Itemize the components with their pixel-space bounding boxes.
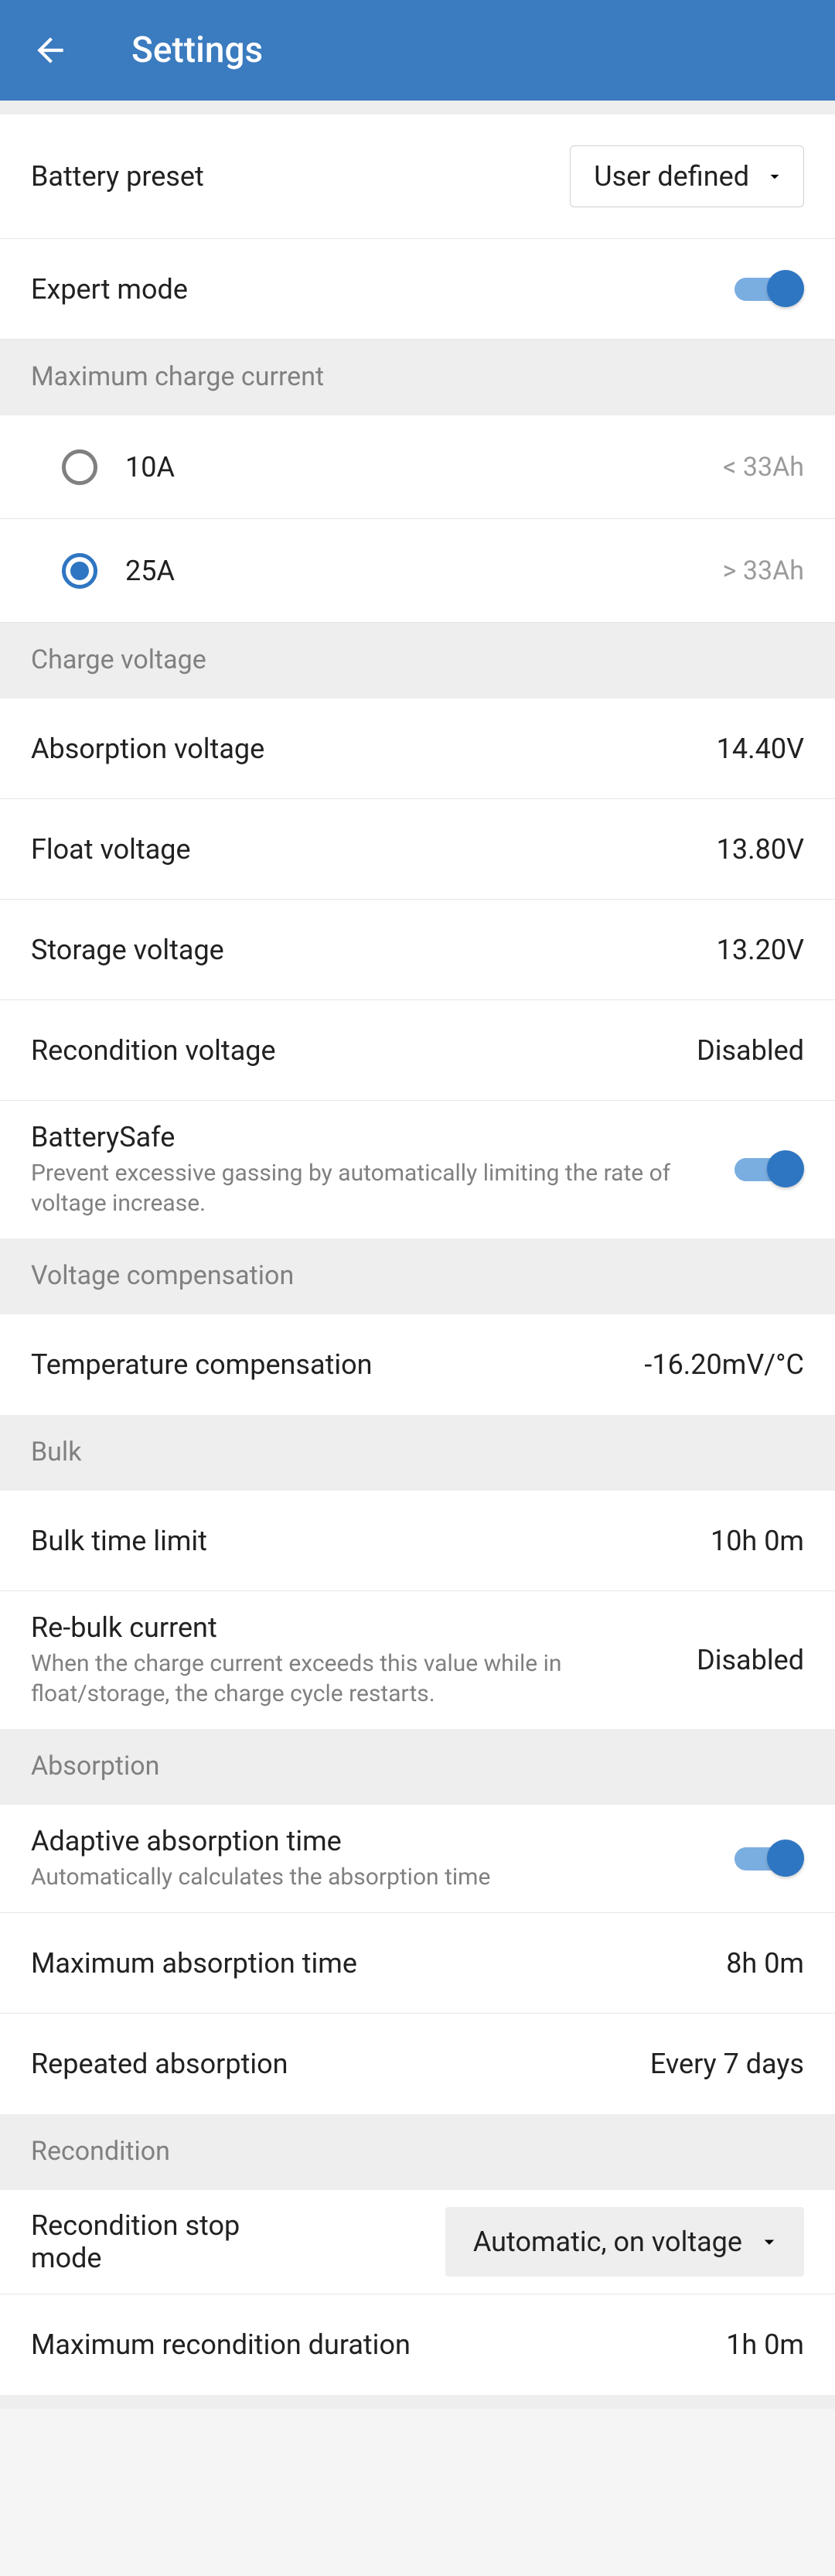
section-absorption: Absorption [0, 1729, 835, 1805]
repeated-absorption-row[interactable]: Repeated absorption Every 7 days [0, 2014, 835, 2114]
row-label: Bulk time limit [31, 1525, 695, 1557]
radio-icon [62, 449, 97, 485]
row-value: Disabled [697, 1644, 804, 1676]
recondition-stop-mode-row[interactable]: Recondition stop mode Automatic, on volt… [0, 2190, 835, 2294]
row-value: 10h 0m [711, 1525, 804, 1557]
row-sublabel: Prevent excessive gassing by automatical… [31, 1158, 719, 1218]
row-label: Re-bulk current [31, 1611, 681, 1644]
page-title: Settings [131, 29, 263, 71]
row-label: Float voltage [31, 833, 701, 866]
select-value: Automatic, on voltage [473, 2226, 742, 2258]
row-label: BatterySafe [31, 1121, 719, 1153]
adaptive-absorption-row[interactable]: Adaptive absorption time Automatically c… [0, 1805, 835, 1913]
row-value: -16.20mV/°C [644, 1348, 804, 1381]
float-voltage-row[interactable]: Float voltage 13.80V [0, 799, 835, 900]
battery-preset-label: Battery preset [31, 160, 554, 193]
storage-voltage-row[interactable]: Storage voltage 13.20V [0, 900, 835, 1000]
row-value: Every 7 days [650, 2048, 804, 2080]
row-value: 14.40V [717, 733, 804, 765]
row-label: Recondition voltage [31, 1034, 681, 1067]
radio-hint: > 33Ah [723, 555, 804, 586]
recondition-voltage-row[interactable]: Recondition voltage Disabled [0, 1000, 835, 1101]
app-header: Settings [0, 0, 835, 101]
section-bulk: Bulk [0, 1415, 835, 1491]
row-label: Absorption voltage [31, 733, 701, 765]
row-label: Recondition stop mode [31, 2209, 278, 2274]
row-label: Repeated absorption [31, 2048, 635, 2080]
row-value: 13.20V [717, 934, 804, 966]
radio-25a[interactable]: 25A > 33Ah [0, 519, 835, 623]
absorption-voltage-row[interactable]: Absorption voltage 14.40V [0, 699, 835, 799]
radio-icon [62, 553, 97, 589]
radio-hint: < 33Ah [723, 452, 804, 483]
radio-label: 25A [125, 555, 175, 587]
max-recondition-duration-row[interactable]: Maximum recondition duration 1h 0m [0, 2294, 835, 2395]
row-label: Maximum recondition duration [31, 2328, 711, 2361]
row-sublabel: When the charge current exceeds this val… [31, 1648, 681, 1709]
section-voltage-comp: Voltage compensation [0, 1238, 835, 1314]
battery-preset-row[interactable]: Battery preset User defined [0, 114, 835, 239]
arrow-back-icon [31, 31, 70, 70]
rebulk-current-row[interactable]: Re-bulk current When the charge current … [0, 1591, 835, 1729]
row-label: Adaptive absorption time [31, 1825, 719, 1857]
row-sublabel: Automatically calculates the absorption … [31, 1862, 719, 1892]
spacer [0, 2395, 835, 2409]
radio-label: 10A [125, 451, 175, 483]
recondition-stop-mode-select[interactable]: Automatic, on voltage [445, 2207, 804, 2277]
batterysafe-toggle[interactable] [734, 1150, 804, 1189]
section-charge-voltage: Charge voltage [0, 623, 835, 699]
row-value: 1h 0m [726, 2328, 804, 2361]
expert-mode-row[interactable]: Expert mode [0, 239, 835, 340]
row-label: Storage voltage [31, 934, 701, 966]
battery-preset-value: User defined [594, 160, 749, 193]
row-value: 13.80V [717, 833, 804, 866]
toggle-thumb [767, 1150, 804, 1187]
row-value: 8h 0m [726, 1947, 804, 1980]
spacer [0, 101, 835, 114]
batterysafe-row[interactable]: BatterySafe Prevent excessive gassing by… [0, 1101, 835, 1238]
toggle-thumb [767, 270, 804, 307]
section-recondition: Recondition [0, 2114, 835, 2190]
chevron-down-icon [758, 2230, 781, 2253]
expert-mode-toggle[interactable] [734, 270, 804, 309]
radio-10a[interactable]: 10A < 33Ah [0, 415, 835, 519]
toggle-thumb [767, 1840, 804, 1877]
max-absorption-time-row[interactable]: Maximum absorption time 8h 0m [0, 1913, 835, 2014]
battery-preset-select[interactable]: User defined [570, 145, 804, 207]
row-label: Temperature compensation [31, 1348, 629, 1381]
adaptive-absorption-toggle[interactable] [734, 1840, 804, 1878]
back-button[interactable] [31, 31, 70, 70]
section-max-current: Maximum charge current [0, 340, 835, 415]
expert-mode-label: Expert mode [31, 273, 719, 306]
bulk-time-limit-row[interactable]: Bulk time limit 10h 0m [0, 1491, 835, 1591]
chevron-down-icon [765, 166, 785, 186]
row-label: Maximum absorption time [31, 1947, 711, 1980]
row-value: Disabled [697, 1034, 804, 1067]
temp-compensation-row[interactable]: Temperature compensation -16.20mV/°C [0, 1314, 835, 1415]
